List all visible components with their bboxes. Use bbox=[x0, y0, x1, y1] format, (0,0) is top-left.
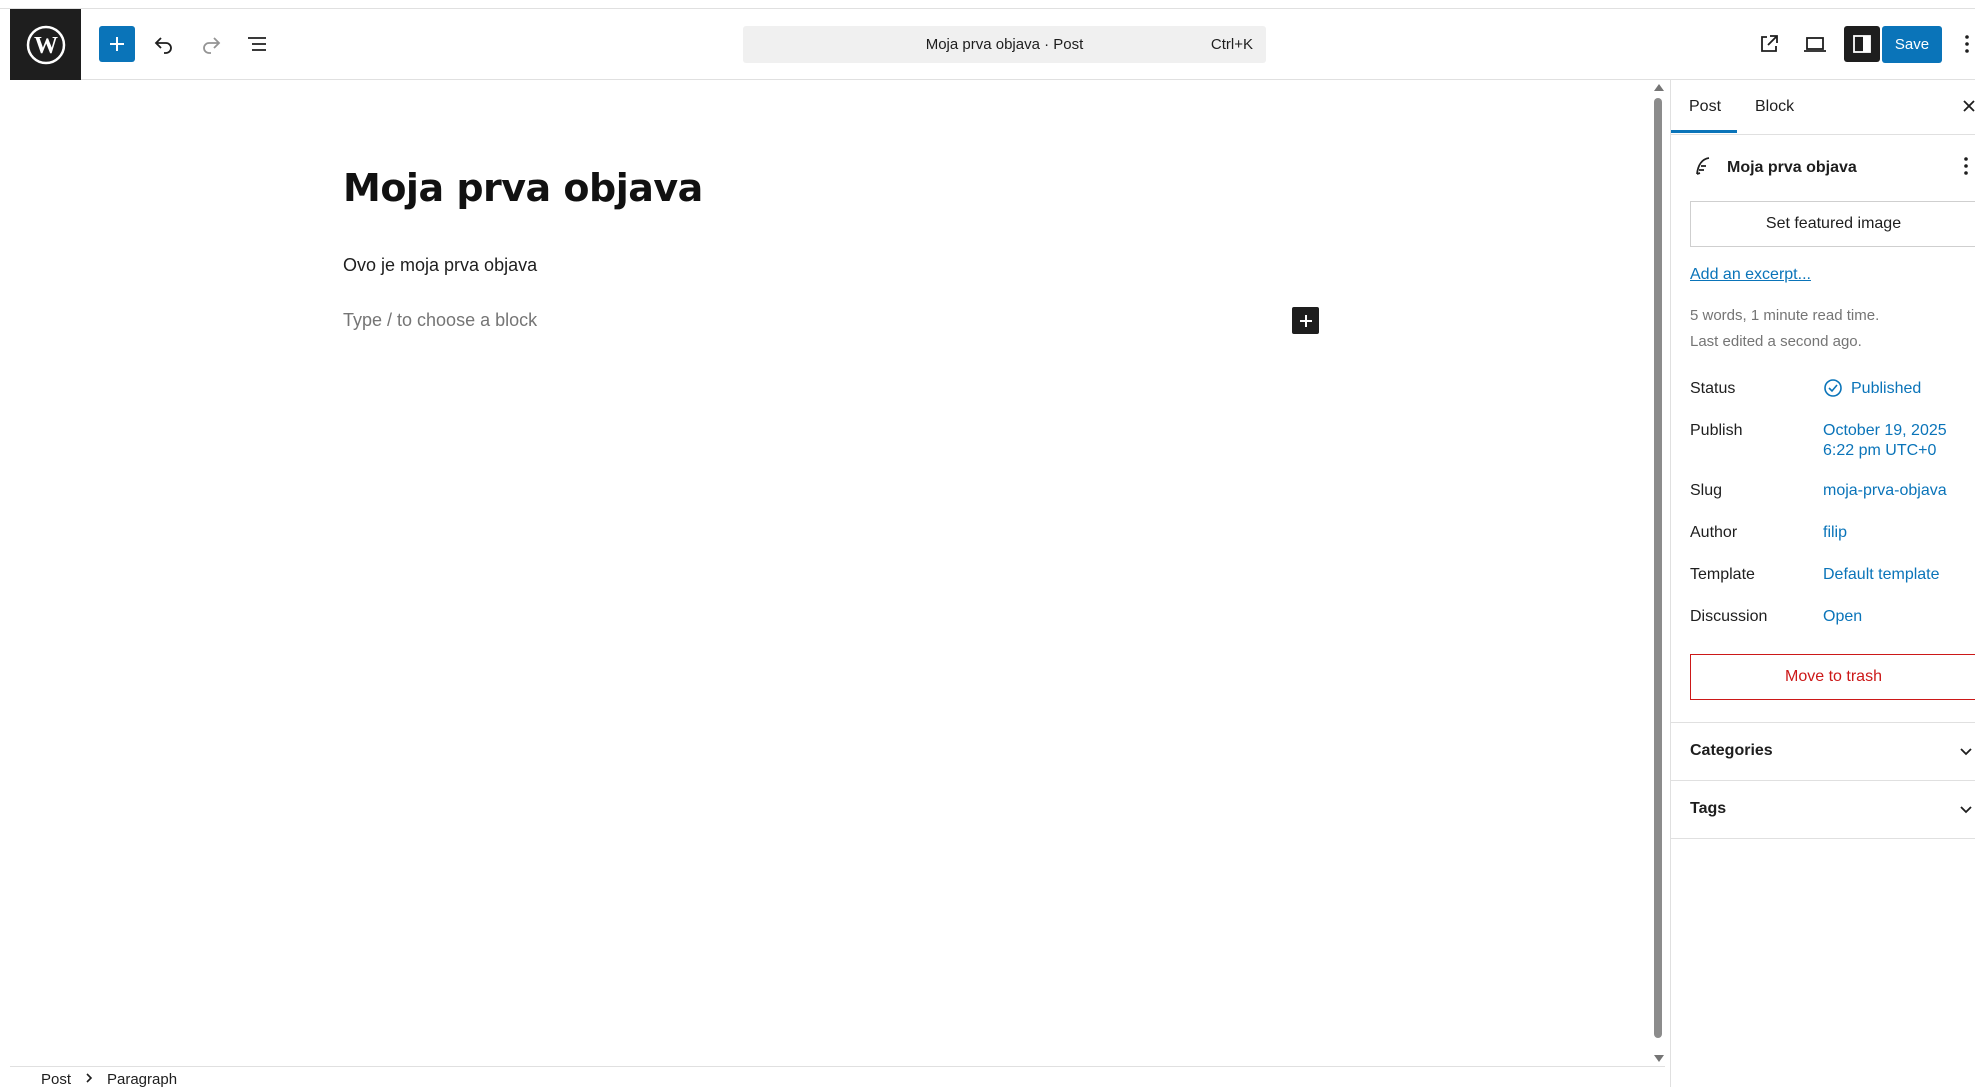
undo-icon bbox=[154, 37, 172, 54]
published-check-icon bbox=[1824, 379, 1842, 397]
inline-block-inserter-button[interactable] bbox=[1292, 307, 1319, 334]
template-value[interactable]: Default template bbox=[1823, 566, 1940, 584]
scroll-down-arrow-icon[interactable] bbox=[1654, 1055, 1664, 1062]
wordpress-icon: W bbox=[26, 25, 65, 64]
post-title[interactable]: Moja prva objava bbox=[343, 166, 703, 210]
settings-toggle-button[interactable] bbox=[1844, 26, 1880, 62]
categories-panel-title: Categories bbox=[1690, 742, 1773, 759]
save-button[interactable]: Save bbox=[1882, 26, 1942, 63]
chevron-right-icon bbox=[86, 1073, 93, 1083]
editor-canvas[interactable]: Moja prva objava Ovo je moja prva objava… bbox=[10, 80, 1655, 1066]
redo-button[interactable] bbox=[193, 26, 229, 62]
tags-panel-title: Tags bbox=[1690, 800, 1727, 817]
command-palette-bar[interactable]: Moja prva objava · Post Ctrl+K bbox=[743, 26, 1266, 63]
publish-label: Publish bbox=[1690, 422, 1743, 439]
paragraph-block[interactable]: Ovo je moja prva objava bbox=[343, 255, 537, 276]
redo-icon bbox=[203, 37, 221, 54]
author-label: Author bbox=[1690, 524, 1738, 541]
wordpress-logo-button[interactable]: W bbox=[10, 9, 81, 80]
editor-header: W Moja prva objava · Post Ctrl+K Save bbox=[10, 9, 1975, 80]
command-shortcut: Ctrl+K bbox=[1210, 36, 1253, 53]
publish-date[interactable]: October 19, 2025 bbox=[1823, 422, 1947, 440]
slug-label: Slug bbox=[1690, 482, 1723, 499]
tab-block[interactable]: Block bbox=[1755, 98, 1794, 116]
block-inserter-button[interactable] bbox=[99, 26, 135, 62]
document-overview-button[interactable] bbox=[239, 26, 275, 62]
scroll-up-arrow-icon[interactable] bbox=[1654, 84, 1664, 91]
move-to-trash-button[interactable]: Move to trash bbox=[1690, 654, 1975, 700]
plus-icon bbox=[110, 37, 124, 51]
categories-panel[interactable]: Categories bbox=[1671, 722, 1975, 780]
desktop-icon bbox=[1804, 37, 1826, 52]
breadcrumb-post[interactable]: Post bbox=[41, 1071, 71, 1088]
close-icon[interactable] bbox=[1959, 96, 1975, 116]
plus-icon bbox=[1299, 314, 1312, 327]
options-menu-button[interactable] bbox=[1957, 26, 1975, 62]
view-post-button[interactable] bbox=[1751, 26, 1787, 62]
discussion-value[interactable]: Open bbox=[1823, 608, 1862, 626]
tab-post[interactable]: Post bbox=[1689, 98, 1721, 116]
breadcrumb-paragraph: Paragraph bbox=[107, 1071, 178, 1088]
undo-button[interactable] bbox=[146, 26, 182, 62]
chevron-down-icon bbox=[1960, 806, 1972, 814]
editor-scrollbar[interactable] bbox=[1651, 80, 1665, 1066]
chevron-down-icon bbox=[1960, 748, 1972, 756]
add-excerpt-link[interactable]: Add an excerpt... bbox=[1690, 266, 1811, 284]
external-link-icon bbox=[1761, 35, 1778, 52]
window-top-edge bbox=[0, 0, 1975, 9]
set-featured-image-button[interactable]: Set featured image bbox=[1690, 201, 1975, 247]
post-summary-title: Moja prva objava bbox=[1727, 159, 1857, 176]
block-breadcrumb: Post Paragraph bbox=[10, 1066, 1665, 1088]
tags-panel[interactable]: Tags bbox=[1671, 780, 1975, 839]
slug-value[interactable]: moja-prva-objava bbox=[1823, 482, 1947, 500]
word-count-meta: 5 words, 1 minute read time. bbox=[1690, 307, 1880, 324]
block-appender-placeholder[interactable]: Type / to choose a block bbox=[343, 310, 537, 331]
publish-time[interactable]: 6:22 pm UTC+0 bbox=[1823, 442, 1936, 460]
status-value[interactable]: Published bbox=[1851, 380, 1921, 398]
sidebar-tabs: Post Block bbox=[1671, 80, 1975, 135]
document-title: Moja prva objava · Post bbox=[925, 36, 1084, 53]
settings-sidebar: Post Block Moja prva objava Set featured… bbox=[1670, 80, 1975, 1087]
template-label: Template bbox=[1690, 566, 1755, 583]
svg-text:W: W bbox=[34, 33, 58, 59]
active-tab-indicator bbox=[1671, 130, 1737, 133]
status-label: Status bbox=[1690, 380, 1736, 397]
last-edited-meta: Last edited a second ago. bbox=[1690, 333, 1862, 350]
discussion-label: Discussion bbox=[1690, 608, 1768, 625]
scrollbar-thumb[interactable] bbox=[1654, 98, 1662, 1038]
preview-button[interactable] bbox=[1797, 26, 1833, 62]
more-vertical-icon[interactable] bbox=[1963, 156, 1969, 176]
list-view-icon bbox=[248, 37, 266, 51]
sidebar-icon bbox=[1853, 35, 1871, 53]
post-feather-icon bbox=[1696, 157, 1710, 175]
author-value[interactable]: filip bbox=[1823, 524, 1847, 542]
more-vertical-icon bbox=[1965, 35, 1969, 53]
